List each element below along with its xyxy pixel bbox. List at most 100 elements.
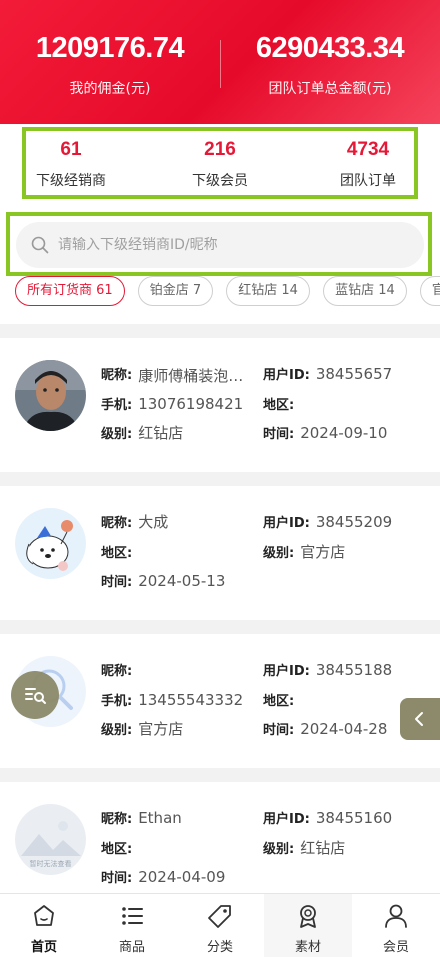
time-field: 时间: 2024-04-09: [101, 867, 225, 889]
field-label: 时间:: [263, 427, 295, 442]
commission-block[interactable]: 1209176.74 我的佣金(元): [0, 30, 220, 98]
stats-bar: 61 下级经销商 216 下级会员 4734 团队订单: [0, 124, 440, 204]
field-label: 昵称:: [101, 368, 133, 383]
nickname-field: 昵称: 大成: [101, 512, 168, 534]
tab-label: 会员: [382, 940, 409, 955]
tab-label: 商品: [118, 940, 145, 955]
nickname-field: 昵称: Ethan: [101, 808, 182, 830]
time-field: 时间: 2024-04-28: [263, 719, 387, 741]
avatar-caption: 暂时无法查看: [30, 859, 72, 868]
nickname-field: 昵称:: [101, 660, 138, 682]
dealer-card[interactable]: 昵称: 康师傅桶装泡… 用户ID: 38455657 手机: 13076198421 …: [0, 338, 440, 472]
filter-chip-red-diamond[interactable]: 红钻店 14: [226, 276, 310, 306]
nickname-value: 大成: [138, 513, 169, 531]
field-label: 手机:: [101, 694, 133, 709]
field-label: 用户ID:: [263, 812, 310, 827]
user-id-value: 38455188: [315, 661, 393, 679]
field-label: 级别:: [101, 723, 133, 738]
team-total-value: 6290433.34: [255, 32, 405, 64]
filter-chip-all[interactable]: 所有订货商 61: [15, 276, 125, 306]
image-unavailable-avatar: 暂时无法查看: [15, 804, 86, 875]
home-icon: [34, 905, 54, 926]
field-label: 手机:: [101, 398, 133, 413]
filter-chip-blue-diamond[interactable]: 蓝钻店 14: [323, 276, 407, 306]
time-value: 2024-05-13: [138, 572, 226, 590]
filter-chip-official[interactable]: 官: [419, 276, 440, 306]
chevron-left-icon: [415, 712, 423, 726]
floating-search-list-button[interactable]: [11, 671, 59, 719]
commission-value: 1209176.74: [35, 32, 185, 64]
tab-category[interactable]: 分类: [176, 894, 264, 957]
region-field: 地区:: [101, 838, 138, 860]
user-id-value: 38455160: [315, 809, 393, 827]
cartoon-dog-avatar: [15, 508, 86, 579]
time-field: 时间: 2024-09-10: [263, 423, 387, 445]
tab-materials[interactable]: 素材: [264, 894, 352, 957]
region-field: 地区:: [263, 690, 300, 712]
user-id-value: 38455657: [315, 365, 393, 383]
field-label: 用户ID:: [263, 664, 310, 679]
user-id-field: 用户ID: 38455657: [263, 364, 392, 386]
nickname-value: Ethan: [138, 809, 182, 827]
earnings-header: 1209176.74 我的佣金(元) 6290433.34 团队订单总金额(元): [0, 0, 440, 124]
time-value: 2024-04-28: [300, 720, 388, 738]
region-field: 地区:: [263, 394, 300, 416]
phone-field: 手机: 13455543332: [101, 690, 243, 712]
field-label: 用户ID:: [263, 516, 310, 531]
dealer-card[interactable]: 昵称: 大成 用户ID: 38455209 地区: 级别: 官方店 时间: 2024-0…: [0, 486, 440, 620]
user-id-field: 用户ID: 38455188: [263, 660, 392, 682]
filter-chips: 所有订货商 61 铂金店 7 红钻店 14 蓝钻店 14 官: [15, 276, 440, 308]
highlight-frame: [22, 127, 418, 199]
commission-label: 我的佣金(元): [69, 81, 151, 97]
field-label: 级别:: [263, 842, 295, 857]
list-icon: [122, 907, 143, 925]
field-label: 地区:: [263, 694, 295, 709]
field-label: 昵称:: [101, 664, 133, 679]
time-value: 2024-04-09: [138, 868, 226, 886]
tab-label: 分类: [206, 940, 233, 955]
team-total-block[interactable]: 6290433.34 团队订单总金额(元): [220, 30, 440, 98]
field-label: 级别:: [101, 427, 133, 442]
field-label: 地区:: [263, 398, 295, 413]
dealer-card[interactable]: 暂时无法查看 昵称: Ethan 用户ID: 38455160 地区: 级别: 红钻店…: [0, 782, 440, 893]
region-field: 地区:: [101, 542, 138, 564]
field-label: 地区:: [101, 842, 133, 857]
photo-avatar: [15, 360, 86, 431]
filter-chip-platinum[interactable]: 铂金店 7: [137, 276, 214, 306]
nickname-value: 康师傅桶装泡…: [138, 367, 244, 385]
field-label: 时间:: [101, 871, 133, 886]
side-expand-button[interactable]: [400, 698, 440, 740]
tab-label: 首页: [30, 940, 57, 955]
field-label: 级别:: [263, 546, 295, 561]
user-id-field: 用户ID: 38455160: [263, 808, 392, 830]
team-total-label: 团队订单总金额(元): [268, 81, 392, 97]
field-label: 昵称:: [101, 516, 133, 531]
search-section: 所有订货商 61 铂金店 7 红钻店 14 蓝钻店 14 官: [0, 204, 440, 324]
nickname-field: 昵称: 康师傅桶装泡…: [101, 364, 243, 386]
search-list-icon: [25, 688, 46, 704]
time-value: 2024-09-10: [300, 424, 388, 442]
level-value: 官方店: [300, 543, 346, 561]
tab-home[interactable]: 首页: [0, 894, 88, 957]
time-field: 时间: 2024-05-13: [101, 571, 225, 593]
tab-member[interactable]: 会员: [352, 894, 440, 957]
tab-products[interactable]: 商品: [88, 894, 176, 957]
user-icon: [385, 904, 407, 928]
user-id-field: 用户ID: 38455209: [263, 512, 392, 534]
level-field: 级别: 官方店: [263, 542, 345, 564]
tab-label: 素材: [294, 940, 321, 955]
field-label: 昵称:: [101, 812, 133, 827]
field-label: 时间:: [263, 723, 295, 738]
phone-field: 手机: 13076198421: [101, 394, 243, 416]
level-field: 级别: 红钻店: [263, 838, 345, 860]
page: 1209176.74 我的佣金(元) 6290433.34 团队订单总金额(元)…: [0, 0, 440, 957]
field-label: 时间:: [101, 575, 133, 590]
user-id-value: 38455209: [315, 513, 393, 531]
field-label: 用户ID:: [263, 368, 310, 383]
highlight-frame: [6, 212, 432, 276]
level-value: 红钻店: [300, 839, 346, 857]
level-field: 级别: 红钻店: [101, 423, 183, 445]
field-label: 地区:: [101, 546, 133, 561]
dealer-card[interactable]: 昵称: 用户ID: 38455188 手机: 13455543332 地区: 级别:…: [0, 634, 440, 768]
level-value: 官方店: [138, 720, 184, 738]
